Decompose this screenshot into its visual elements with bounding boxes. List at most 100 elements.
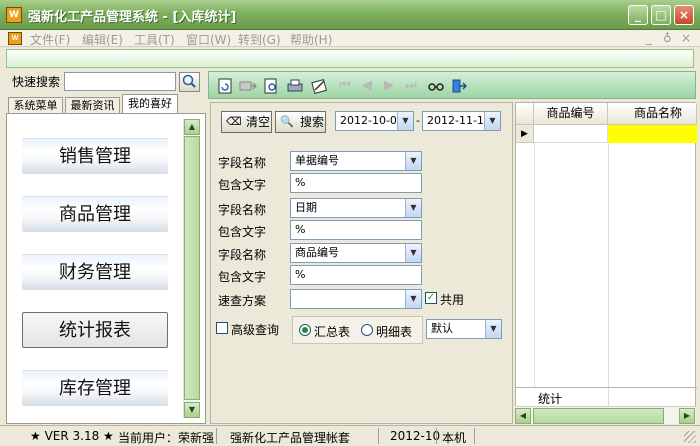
search-doc-icon: 🔍: [280, 115, 294, 128]
field-name-value-2: 日期: [295, 201, 317, 214]
detail-radio[interactable]: [361, 324, 373, 336]
dropdown-arrow-icon[interactable]: ▼: [397, 112, 413, 130]
dropdown-arrow-icon[interactable]: ▼: [405, 244, 421, 262]
menu-edit[interactable]: 编辑(E): [82, 31, 123, 48]
cell-product-name[interactable]: [608, 125, 697, 143]
status-period: 2012-10: [390, 429, 441, 443]
clear-button-label: 清空: [246, 115, 271, 129]
menu-window[interactable]: 窗口(W): [186, 31, 231, 48]
info-strip: [6, 49, 694, 68]
mdi-close-button[interactable]: ×: [681, 31, 691, 45]
menu-tools[interactable]: 工具(T): [134, 31, 175, 48]
row-indicator-header: [516, 103, 534, 125]
field-name-select-2[interactable]: 日期 ▼: [290, 198, 422, 218]
grid-horizontal-scrollbar[interactable]: ◀ ▶: [515, 406, 696, 424]
status-separator: [378, 428, 379, 444]
print-icon[interactable]: [287, 78, 303, 94]
quick-search-button[interactable]: [179, 72, 200, 92]
design-icon[interactable]: [311, 78, 327, 94]
grid-scroll-thumb[interactable]: [533, 408, 664, 424]
scroll-left-icon[interactable]: ◀: [515, 408, 531, 424]
cell-product-code[interactable]: [534, 125, 608, 143]
dropdown-arrow-icon[interactable]: ▼: [405, 152, 421, 170]
data-grid[interactable]: 商品编号 商品名称 ▶ 统计: [515, 102, 697, 424]
tab-favorites[interactable]: 我的喜好: [122, 94, 178, 113]
menu-bar: W 文件(F) 编辑(E) 工具(T) 窗口(W) 转到(G) 帮助(H) _ …: [0, 30, 700, 47]
refresh-icon[interactable]: [217, 78, 233, 94]
advanced-query-label: 高级查询: [231, 323, 280, 337]
dropdown-arrow-icon[interactable]: ▼: [485, 320, 501, 338]
contains-input-2[interactable]: %: [290, 220, 422, 240]
date-to-picker[interactable]: 2012-11-10 ▼: [422, 111, 501, 131]
glasses-icon[interactable]: [427, 78, 444, 94]
column-header-product-code[interactable]: 商品编号: [534, 103, 608, 125]
minimize-button[interactable]: _: [628, 5, 648, 25]
shared-checkbox[interactable]: ✓: [425, 292, 437, 304]
field-name-label-3: 字段名称: [218, 248, 267, 262]
last-record-icon[interactable]: ⏭: [403, 78, 419, 94]
status-account: 强新化工产品管理帐套: [230, 431, 351, 445]
clear-button[interactable]: ⌫ 清空: [221, 111, 272, 133]
field-name-select-1[interactable]: 单据编号 ▼: [290, 151, 422, 171]
column-header-product-name[interactable]: 商品名称: [608, 103, 697, 125]
menu-help[interactable]: 帮助(H): [290, 31, 332, 48]
contains-input-1[interactable]: %: [290, 173, 422, 193]
export-icon[interactable]: [239, 78, 257, 94]
detail-radio-label: 明细表: [376, 325, 413, 339]
field-name-label-1: 字段名称: [218, 156, 267, 170]
search-button[interactable]: 🔍 搜索: [275, 111, 326, 133]
window-title: 强新化工产品管理系统 - [入库统计]: [28, 10, 237, 25]
dropdown-arrow-icon[interactable]: ▼: [405, 290, 421, 308]
status-bar: ★ VER 3.18 ★ 当前用户：荣新强 强新化工产品管理帐套 2012-10…: [0, 425, 700, 446]
scheme-select[interactable]: ▼: [290, 289, 422, 309]
exit-icon[interactable]: [451, 78, 467, 94]
contains-label-2: 包含文字: [218, 225, 267, 239]
eraser-icon: ⌫: [226, 115, 242, 128]
title-bar: W 强新化工产品管理系统 - [入库统计] _ □ ×: [0, 0, 700, 30]
menu-goto[interactable]: 转到(G): [238, 31, 281, 48]
resize-grip-icon[interactable]: [684, 431, 696, 443]
footer-total-label: 统计: [538, 392, 563, 406]
mdi-minimize-button[interactable]: _: [646, 31, 652, 45]
preview-icon[interactable]: [263, 78, 279, 94]
left-scrollbar[interactable]: ▲ ▼: [183, 119, 200, 418]
footer-divider: [516, 387, 697, 388]
sales-management-button[interactable]: 销售管理: [22, 138, 168, 174]
tab-system-menu[interactable]: 系统菜单: [8, 97, 63, 113]
field-name-value-3: 商品编号: [295, 246, 339, 259]
inventory-management-button[interactable]: 库存管理: [22, 370, 168, 406]
date-from-picker[interactable]: 2012-10-01 ▼: [335, 111, 414, 131]
dropdown-arrow-icon[interactable]: ▼: [484, 112, 500, 130]
scheme-label: 速查方案: [218, 294, 267, 308]
next-record-icon[interactable]: ▶: [381, 78, 397, 94]
prev-record-icon[interactable]: ◀: [359, 78, 375, 94]
advanced-query-checkbox[interactable]: [216, 322, 228, 334]
quick-search-input[interactable]: [64, 72, 176, 91]
field-name-select-3[interactable]: 商品编号 ▼: [290, 243, 422, 263]
status-location: 本机: [442, 431, 467, 445]
scroll-thumb[interactable]: [184, 136, 200, 400]
first-record-icon[interactable]: ⏮: [337, 78, 353, 94]
contains-label-3: 包含文字: [218, 270, 267, 284]
column-divider: [608, 388, 609, 406]
finance-management-button[interactable]: 财务管理: [22, 254, 168, 290]
scroll-right-icon[interactable]: ▶: [679, 408, 695, 424]
statistics-report-button[interactable]: 统计报表: [22, 312, 168, 348]
date-separator: -: [416, 114, 420, 127]
scroll-up-icon[interactable]: ▲: [184, 119, 200, 135]
field-name-value-1: 单据编号: [295, 154, 339, 167]
dropdown-arrow-icon[interactable]: ▼: [405, 199, 421, 217]
contains-input-3[interactable]: %: [290, 265, 422, 285]
toolbar: ⏮ ◀ ▶ ⏭: [208, 71, 696, 99]
menu-file[interactable]: 文件(F): [30, 31, 70, 48]
close-button[interactable]: ×: [674, 5, 694, 25]
default-select[interactable]: 默认 ▼: [426, 319, 502, 339]
tab-latest-news[interactable]: 最新资讯: [65, 97, 120, 113]
product-management-button[interactable]: 商品管理: [22, 196, 168, 232]
mdi-restore-button[interactable]: ♁: [663, 31, 672, 45]
summary-radio[interactable]: [299, 324, 311, 336]
default-select-value: 默认: [431, 322, 453, 335]
maximize-button[interactable]: □: [651, 5, 671, 25]
scroll-down-icon[interactable]: ▼: [184, 402, 200, 418]
summary-radio-label: 汇总表: [314, 325, 351, 339]
